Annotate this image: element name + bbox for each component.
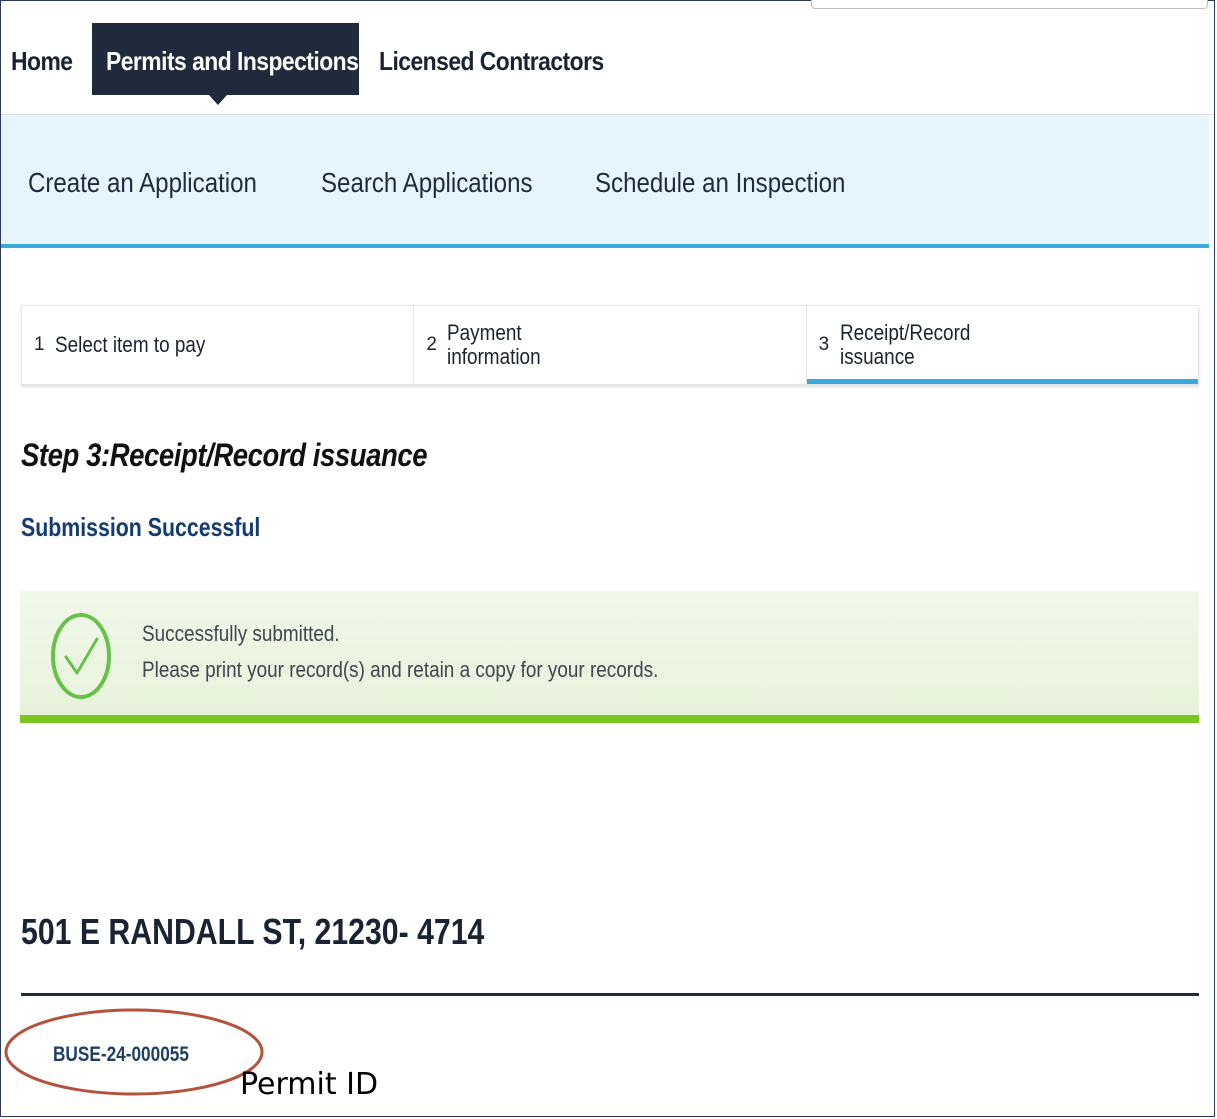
subnav-create-application[interactable]: Create an Application [28,115,257,244]
success-message-line2: Please print your record(s) and retain a… [142,657,659,682]
page-title: Step 3:Receipt/Record issuance [21,437,428,473]
top-navigation: Home Permits and Inspections Licensed Co… [1,23,1214,105]
success-notice: Successfully submitted. Please print you… [20,591,1199,723]
step-2[interactable]: 2 Payment information [414,306,807,384]
annotation-label: Permit ID [240,1067,379,1102]
subnav-schedule-inspection[interactable]: Schedule an Inspection [595,115,845,244]
annotation-ellipse [4,1008,264,1096]
nav-home[interactable]: Home [11,23,73,95]
check-circle-icon [51,613,111,699]
step-label: Select item to pay [55,332,206,357]
step-number: 3 [818,334,830,355]
active-tab-caret-icon [209,95,227,105]
step-label: Receipt/Record issuance [839,320,971,369]
step-number: 1 [34,334,45,355]
step-1[interactable]: 1 Select item to pay [22,306,415,384]
step-3-active[interactable]: 3 Receipt/Record issuance [806,306,1199,384]
sub-navigation: Create an Application Search Application… [1,115,1209,248]
submission-status-heading: Submission Successful [21,512,261,542]
step-number: 2 [426,334,437,355]
property-address: 501 E RANDALL ST, 21230- 4714 [21,911,485,952]
nav-permits-and-inspections[interactable]: Permits and Inspections [106,23,359,95]
step-indicator: 1 Select item to pay 2 Payment informati… [21,305,1199,385]
search-box-edge[interactable] [811,0,1208,9]
page-frame: Home Permits and Inspections Licensed Co… [0,0,1215,1117]
address-divider [21,993,1199,996]
success-message-line1: Successfully submitted. [142,621,340,646]
nav-licensed-contractors[interactable]: Licensed Contractors [379,23,604,95]
subnav-search-applications[interactable]: Search Applications [321,115,533,244]
step-label: Payment information [447,320,541,369]
nav-permits-active-tab[interactable]: Permits and Inspections [92,23,359,105]
